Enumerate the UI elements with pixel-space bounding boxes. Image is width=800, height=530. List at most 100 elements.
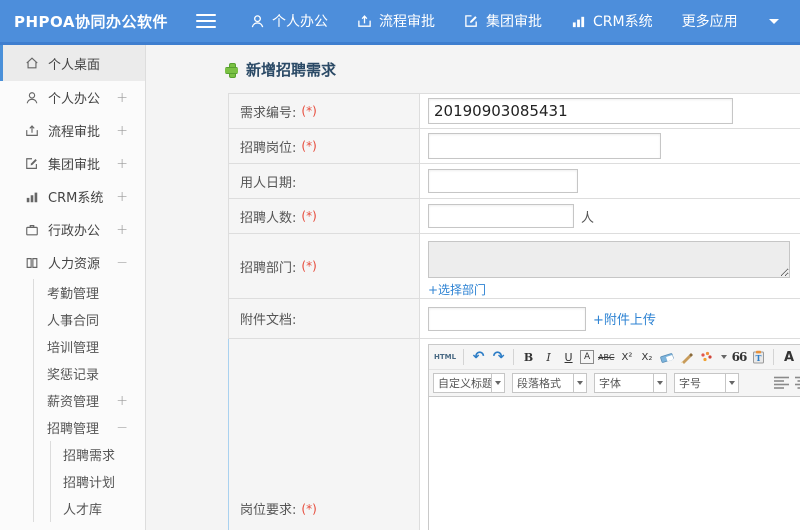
form-row-demand-no: 需求编号: (*) bbox=[228, 94, 800, 129]
collapse-icon[interactable]: − bbox=[116, 420, 128, 436]
font-size-dropdown[interactable]: 字号 bbox=[674, 373, 739, 393]
unit-suffix: 人 bbox=[581, 210, 595, 226]
required-mark: (*) bbox=[301, 139, 317, 153]
recruit-demand-form: 需求编号: (*) 招聘岗位: (*) 用人日期: bbox=[228, 93, 800, 530]
select-department-link[interactable]: +选择部门 bbox=[428, 281, 486, 298]
eraser-icon[interactable] bbox=[658, 348, 675, 366]
font-family-dropdown[interactable]: 字体 bbox=[594, 373, 667, 393]
sidebar-item-attendance[interactable]: 考勤管理 bbox=[34, 279, 145, 306]
field-label: 招聘部门: bbox=[240, 260, 297, 276]
required-mark: (*) bbox=[301, 209, 317, 223]
redo-button[interactable]: ↷ bbox=[490, 348, 507, 366]
expand-icon[interactable]: + bbox=[116, 393, 128, 409]
menu-toggle-icon[interactable] bbox=[196, 14, 216, 28]
sidebar-item-group-approval[interactable]: 集团审批 + bbox=[0, 147, 145, 180]
upload-attachment-link[interactable]: +附件上传 bbox=[593, 309, 656, 328]
html-source-button[interactable]: HTML bbox=[433, 348, 457, 366]
form-row-position: 招聘岗位: (*) bbox=[228, 129, 800, 164]
underline-button[interactable]: U bbox=[560, 348, 577, 366]
nav-more-apps[interactable]: 更多应用 bbox=[682, 11, 738, 31]
expand-icon[interactable]: + bbox=[116, 189, 128, 205]
expand-icon[interactable]: + bbox=[116, 156, 128, 172]
chevron-down-icon[interactable] bbox=[768, 18, 779, 24]
position-input[interactable] bbox=[428, 133, 661, 159]
sidebar-item-personal-office[interactable]: 个人办公 + bbox=[0, 81, 145, 114]
form-row-hire-date: 用人日期: bbox=[228, 164, 800, 199]
paragraph-format-dropdown[interactable]: 段落格式 bbox=[512, 373, 587, 393]
expand-icon[interactable]: + bbox=[116, 90, 128, 106]
sidebar-item-hr-contract[interactable]: 人事合同 bbox=[34, 306, 145, 333]
edit-square-icon bbox=[464, 14, 479, 29]
subscript-button[interactable]: X₂ bbox=[638, 348, 655, 366]
sidebar-item-recruit-mgmt[interactable]: 招聘管理 − bbox=[34, 414, 145, 441]
demand-no-input[interactable] bbox=[428, 98, 733, 124]
home-icon bbox=[25, 56, 39, 70]
highlight-color-icon[interactable] bbox=[698, 348, 715, 366]
align-center-icon[interactable] bbox=[795, 374, 800, 393]
font-color-button[interactable]: A bbox=[780, 348, 797, 366]
sidebar-item-talent-pool[interactable]: 人才库 bbox=[51, 495, 145, 522]
field-label: 招聘人数: bbox=[240, 210, 297, 226]
workflow-upload-icon bbox=[357, 14, 372, 29]
form-row-headcount: 招聘人数: (*) 人 bbox=[228, 199, 800, 234]
expand-icon[interactable]: + bbox=[116, 123, 128, 139]
nav-group-approval[interactable]: 集团审批 bbox=[464, 11, 542, 31]
chevron-down-icon bbox=[725, 374, 738, 392]
collapse-icon[interactable]: − bbox=[116, 255, 128, 271]
sidebar-item-crm[interactable]: CRM系统 + bbox=[0, 180, 145, 213]
person-icon bbox=[250, 14, 265, 29]
hr-submenu: 考勤管理 人事合同 培训管理 奖惩记录 薪资管理 + 招聘管理 − 招聘需求 招… bbox=[33, 279, 145, 522]
sidebar-item-recruit-plan[interactable]: 招聘计划 bbox=[51, 468, 145, 495]
editor-toolbar-row2: 自定义标题 段落格式 字体 字号 bbox=[429, 370, 800, 397]
blockquote-button[interactable]: 66 bbox=[730, 348, 748, 366]
italic-button[interactable]: I bbox=[540, 348, 557, 366]
hire-date-input[interactable] bbox=[428, 169, 578, 193]
superscript-button[interactable]: X² bbox=[618, 348, 635, 366]
person-icon bbox=[25, 91, 39, 105]
bold-button[interactable]: B bbox=[520, 348, 537, 366]
sidebar-item-hr[interactable]: 人力资源 − bbox=[0, 246, 145, 279]
chevron-down-icon bbox=[653, 374, 666, 392]
workflow-upload-icon bbox=[25, 124, 39, 138]
strikethrough-button[interactable]: ABC bbox=[597, 348, 615, 366]
expand-icon[interactable]: + bbox=[116, 222, 128, 238]
sidebar-item-personal-desktop[interactable]: 个人桌面 bbox=[0, 45, 145, 81]
field-label: 招聘岗位: bbox=[240, 140, 297, 156]
page-title: 新增招聘需求 bbox=[146, 45, 800, 93]
field-label: 需求编号: bbox=[240, 105, 297, 121]
bar-chart-icon bbox=[25, 190, 39, 204]
nav-workflow-approval[interactable]: 流程审批 bbox=[357, 11, 435, 31]
undo-button[interactable]: ↶ bbox=[470, 348, 487, 366]
headcount-input[interactable] bbox=[428, 204, 574, 228]
sidebar-item-recruit-demand[interactable]: 招聘需求 bbox=[51, 441, 145, 468]
heading-dropdown[interactable]: 自定义标题 bbox=[433, 373, 505, 393]
main-content: 新增招聘需求 需求编号: (*) 招聘岗位: (*) 用人日期: bbox=[146, 45, 800, 530]
svg-text:T: T bbox=[756, 353, 762, 363]
editor-toolbar-row1: HTML ↶ ↷ B I U A ABC X² X₂ 66 T A bbox=[429, 345, 800, 370]
editor-content-area[interactable] bbox=[429, 397, 800, 530]
sidebar-item-salary[interactable]: 薪资管理 + bbox=[34, 387, 145, 414]
sidebar-item-admin-office[interactable]: 行政办公 + bbox=[0, 213, 145, 246]
autotypeset-button[interactable]: A bbox=[580, 350, 595, 364]
sidebar-item-training[interactable]: 培训管理 bbox=[34, 333, 145, 360]
sidebar-item-rewards[interactable]: 奖惩记录 bbox=[34, 360, 145, 387]
attachment-input[interactable] bbox=[428, 306, 586, 331]
chevron-down-icon bbox=[491, 374, 504, 392]
recruit-submenu: 招聘需求 招聘计划 人才库 bbox=[50, 441, 145, 522]
briefcase-icon bbox=[25, 223, 39, 237]
required-mark: (*) bbox=[301, 501, 317, 516]
format-brush-icon[interactable] bbox=[678, 348, 695, 366]
department-textarea[interactable] bbox=[428, 241, 790, 278]
chevron-down-icon[interactable] bbox=[721, 355, 728, 359]
field-label: 岗位要求: bbox=[240, 503, 297, 518]
nav-personal-office[interactable]: 个人办公 bbox=[250, 11, 328, 31]
top-header: PHPOA协同办公软件 个人办公 流程审批 集团审批 CRM系统 更多应用 bbox=[0, 0, 800, 45]
nav-crm-system[interactable]: CRM系统 bbox=[571, 11, 653, 31]
align-left-icon[interactable] bbox=[774, 374, 789, 393]
paste-text-icon[interactable]: T bbox=[750, 348, 767, 366]
sidebar-item-workflow-approval[interactable]: 流程审批 + bbox=[0, 114, 145, 147]
required-mark: (*) bbox=[301, 104, 317, 118]
edit-square-icon bbox=[25, 157, 39, 171]
form-row-job-requirements: 岗位要求: (*) HTML ↶ ↷ B I U A ABC X² X₂ 66 … bbox=[228, 339, 800, 530]
form-row-department: 招聘部门: (*) +选择部门 bbox=[228, 234, 800, 299]
